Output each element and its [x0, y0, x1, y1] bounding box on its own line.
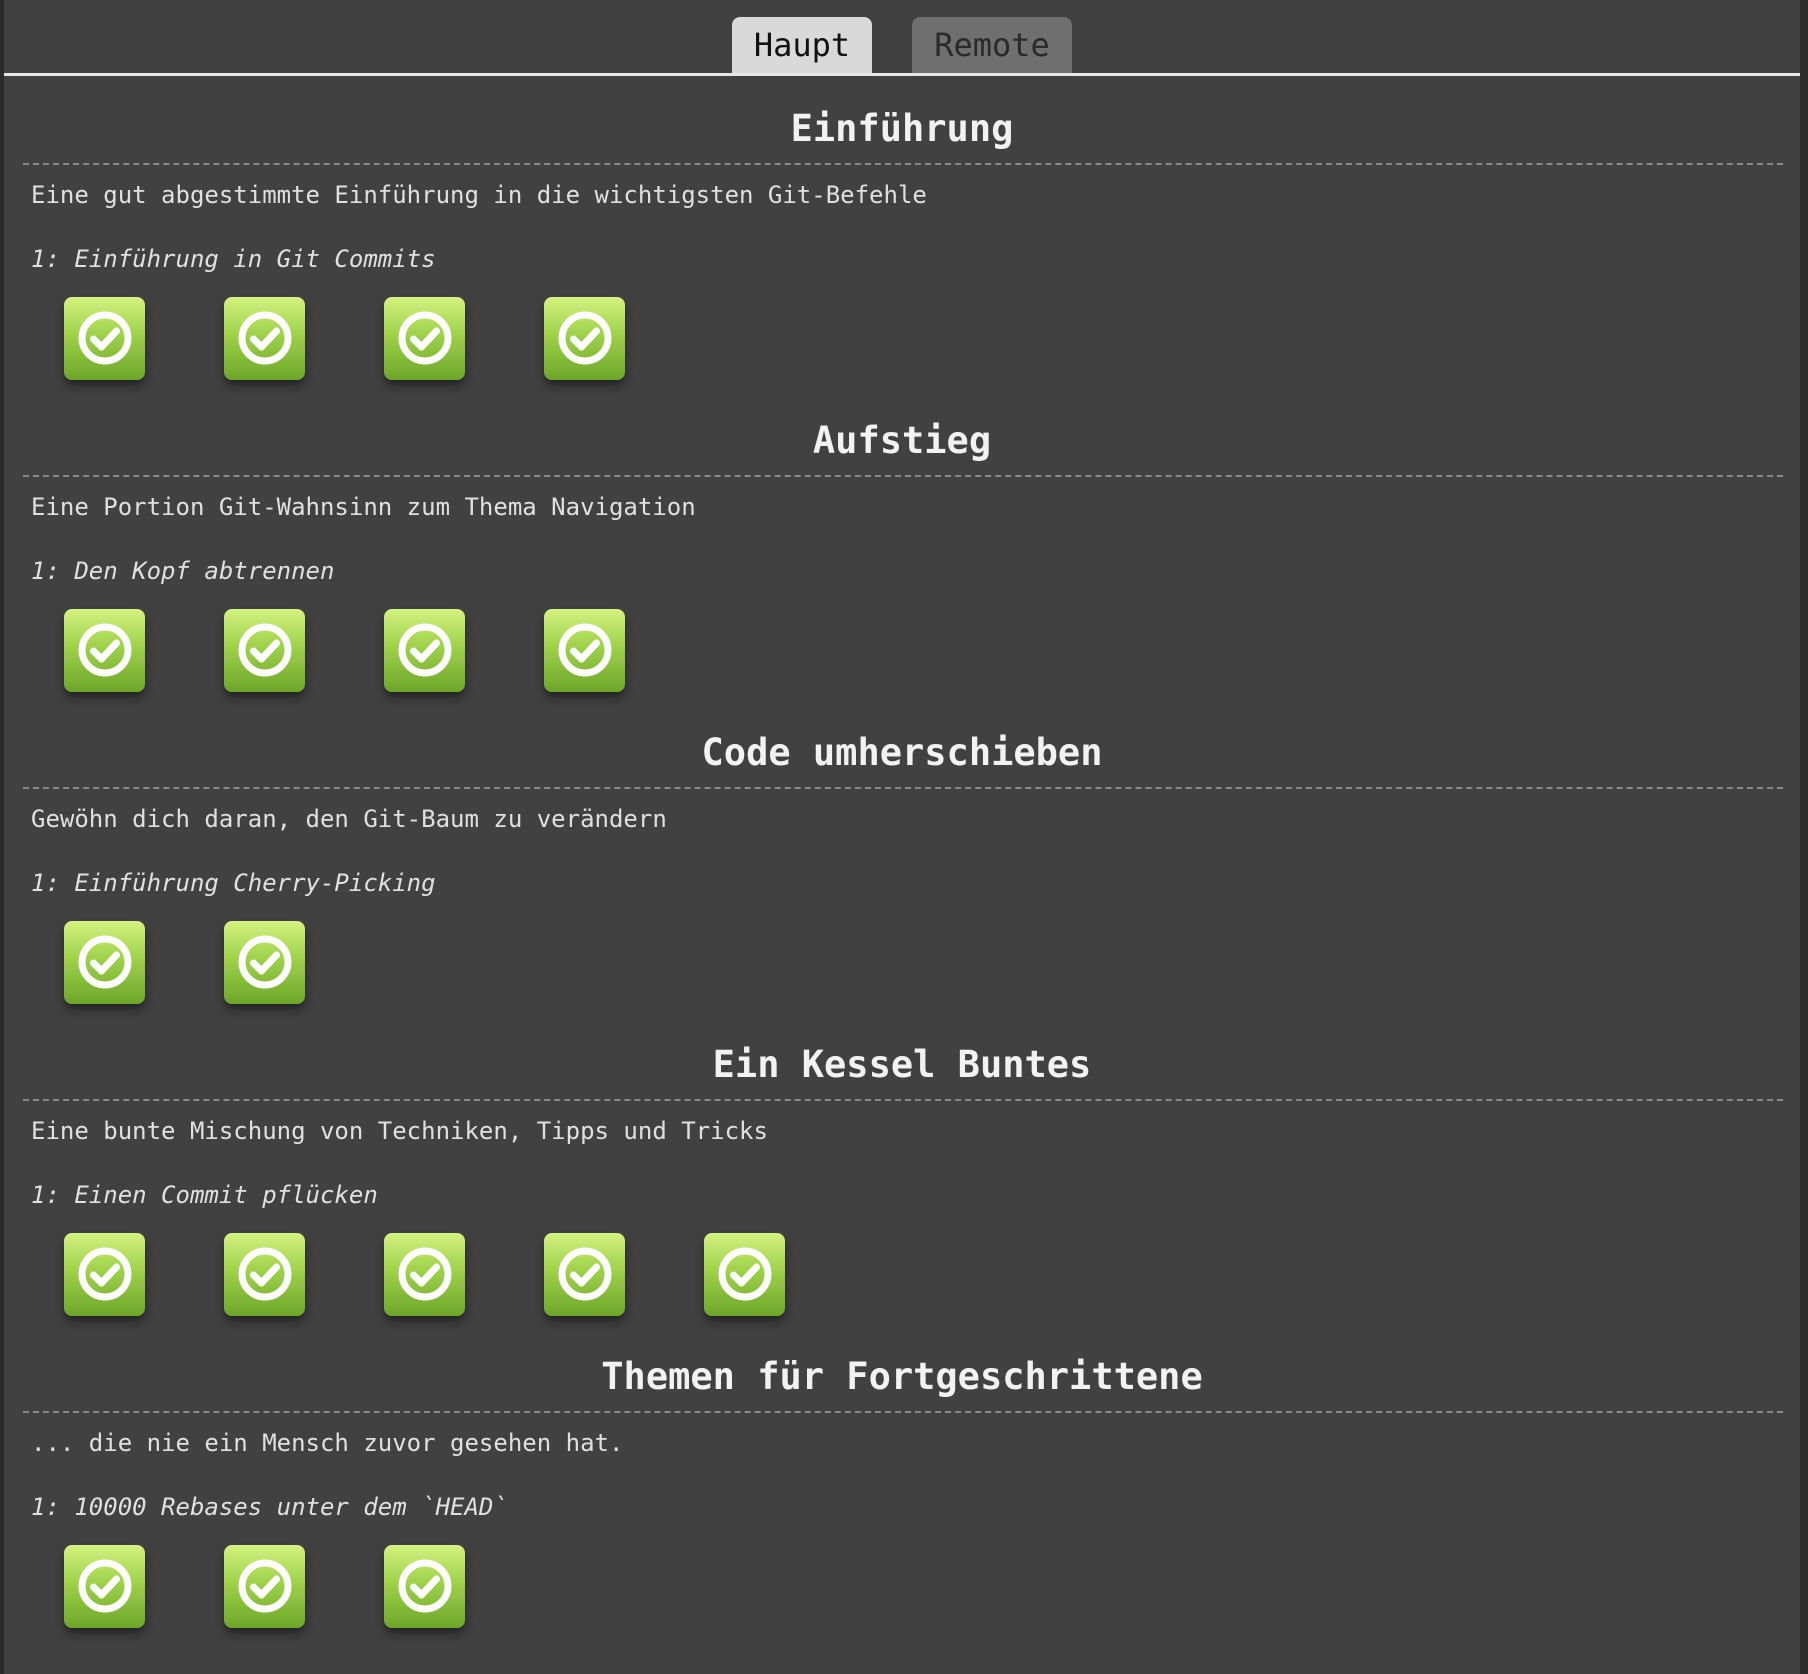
- section-description: Gewöhn dich daran, den Git-Baum zu verän…: [31, 805, 667, 833]
- section-divider: [23, 1099, 1783, 1101]
- level-button[interactable]: [64, 1545, 145, 1628]
- level-button[interactable]: [64, 297, 145, 380]
- current-level-label: 1: Einführung Cherry-Picking: [31, 869, 436, 897]
- tab-remote[interactable]: Remote: [912, 17, 1072, 73]
- level-button[interactable]: [544, 1233, 625, 1316]
- level-select-panel: Haupt Remote Einführung Eine gut abgestim…: [4, 0, 1800, 1674]
- section-title: Einführung: [790, 107, 1014, 150]
- current-level-label: 1: Den Kopf abtrennen: [31, 557, 335, 585]
- current-level-label: 1: 10000 Rebases unter dem `HEAD`: [31, 1493, 508, 1521]
- level-button[interactable]: [384, 1233, 465, 1316]
- level-button[interactable]: [224, 1545, 305, 1628]
- section-divider: [23, 163, 1783, 165]
- current-level-label: 1: Einen Commit pflücken: [31, 1181, 378, 1209]
- section-description: ... die nie ein Mensch zuvor gesehen hat…: [31, 1429, 624, 1457]
- level-button[interactable]: [224, 921, 305, 1004]
- level-button[interactable]: [704, 1233, 785, 1316]
- section-description: Eine Portion Git-Wahnsinn zum Thema Navi…: [31, 493, 696, 521]
- section-title: Themen für Fortgeschrittene: [601, 1355, 1203, 1398]
- current-level-label: 1: Einführung in Git Commits: [31, 245, 436, 273]
- level-button[interactable]: [224, 297, 305, 380]
- level-button[interactable]: [64, 1233, 145, 1316]
- section-title: Aufstieg: [812, 419, 992, 462]
- section-description: Eine bunte Mischung von Techniken, Tipps…: [31, 1117, 768, 1145]
- level-button[interactable]: [64, 921, 145, 1004]
- section-title: Ein Kessel Buntes: [712, 1043, 1092, 1086]
- section-divider: [23, 787, 1783, 789]
- section-title: Code umherschieben: [701, 731, 1103, 774]
- level-button[interactable]: [224, 1233, 305, 1316]
- level-button[interactable]: [224, 609, 305, 692]
- level-button[interactable]: [64, 609, 145, 692]
- section-description: Eine gut abgestimmte Einführung in die w…: [31, 181, 927, 209]
- level-button[interactable]: [544, 609, 625, 692]
- level-button[interactable]: [384, 297, 465, 380]
- level-button[interactable]: [384, 1545, 465, 1628]
- tab-divider: [4, 73, 1800, 76]
- section-divider: [23, 1411, 1783, 1413]
- level-button[interactable]: [544, 297, 625, 380]
- section-divider: [23, 475, 1783, 477]
- level-button[interactable]: [384, 609, 465, 692]
- tab-bar: Haupt Remote: [4, 17, 1800, 73]
- tab-haupt[interactable]: Haupt: [732, 17, 872, 73]
